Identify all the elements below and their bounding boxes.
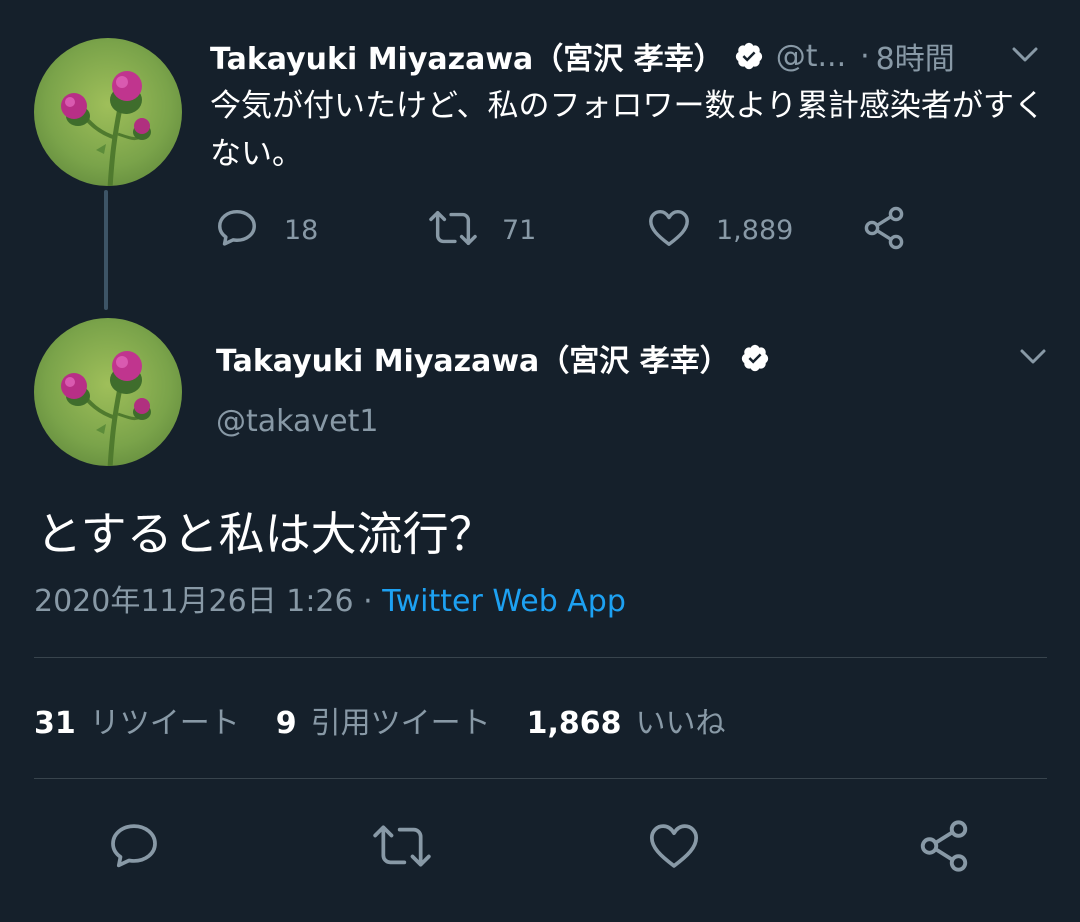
avatar[interactable] xyxy=(34,38,182,186)
avatar[interactable] xyxy=(34,318,182,466)
tweet-time[interactable]: 8時間 xyxy=(876,34,955,78)
chevron-down-icon[interactable] xyxy=(1008,38,1042,72)
verified-badge-icon xyxy=(740,343,770,373)
retweet-count: 71 xyxy=(502,214,537,246)
tweet-text: とすると私は大流行？ xyxy=(36,507,495,561)
retweet-icon xyxy=(371,818,433,878)
quotes-stat[interactable]: 9 引用ツイート xyxy=(276,698,491,742)
quotes-count: 9 xyxy=(275,706,297,741)
share-button[interactable] xyxy=(860,202,908,258)
likes-count: 1,868 xyxy=(526,706,622,741)
reply-button[interactable] xyxy=(104,818,164,878)
divider xyxy=(34,657,1047,658)
like-button[interactable] xyxy=(644,818,704,878)
tweet-stats: 31 リツイート 9 引用ツイート 1,868 いいね xyxy=(34,696,726,744)
retweets-stat[interactable]: 31 リツイート xyxy=(34,698,240,742)
reply-icon xyxy=(214,205,260,255)
author-name[interactable]: Takayuki Miyazawa（宮沢 孝幸） xyxy=(216,336,730,380)
likes-label: いいね xyxy=(635,706,726,741)
thread-connector-line xyxy=(104,190,108,310)
retweet-button[interactable]: 71 xyxy=(428,202,536,258)
separator-dot: · xyxy=(860,38,870,74)
tweet-meta: 2020年11月26日 1:26 · Twitter Web App xyxy=(34,580,626,624)
like-count: 1,889 xyxy=(716,214,794,246)
heart-icon xyxy=(646,818,702,878)
author-handle[interactable]: @t... xyxy=(776,39,846,74)
tweet-actions: 18 71 1,889 xyxy=(210,202,950,258)
divider xyxy=(34,778,1047,779)
author-name-row: Takayuki Miyazawa（宮沢 孝幸） xyxy=(216,336,770,380)
thistle-flower-avatar-icon xyxy=(34,318,182,466)
tweet-header: Takayuki Miyazawa（宮沢 孝幸） @t... · 8時間 xyxy=(210,34,1050,78)
like-button[interactable]: 1,889 xyxy=(646,202,793,258)
retweets-label: リツイート xyxy=(89,706,240,741)
thistle-flower-avatar-icon xyxy=(34,38,182,186)
retweet-icon xyxy=(428,205,478,255)
tweet-source-link[interactable]: Twitter Web App xyxy=(382,584,626,619)
share-icon xyxy=(860,204,908,256)
share-button[interactable] xyxy=(914,818,974,878)
share-icon xyxy=(915,817,973,879)
reply-icon xyxy=(106,818,162,878)
verified-badge-icon xyxy=(734,41,764,71)
retweets-count: 31 xyxy=(34,706,76,741)
author-name[interactable]: Takayuki Miyazawa（宮沢 孝幸） xyxy=(210,34,724,78)
quotes-label: 引用ツイート xyxy=(310,706,491,741)
reply-count: 18 xyxy=(284,214,319,246)
chevron-down-icon[interactable] xyxy=(1016,340,1050,374)
author-handle[interactable]: @takavet1 xyxy=(216,404,378,439)
tweet-text: 今気が付いたけど、私のフォロワー数より累計感染者がすくない。 xyxy=(210,88,1045,172)
retweet-button[interactable] xyxy=(372,818,432,878)
tweet-timestamp[interactable]: 2020年11月26日 1:26 xyxy=(34,584,354,619)
separator-dot: · xyxy=(363,584,373,619)
likes-stat[interactable]: 1,868 いいね xyxy=(527,698,726,742)
reply-button[interactable]: 18 xyxy=(214,202,318,258)
heart-icon xyxy=(646,205,692,255)
